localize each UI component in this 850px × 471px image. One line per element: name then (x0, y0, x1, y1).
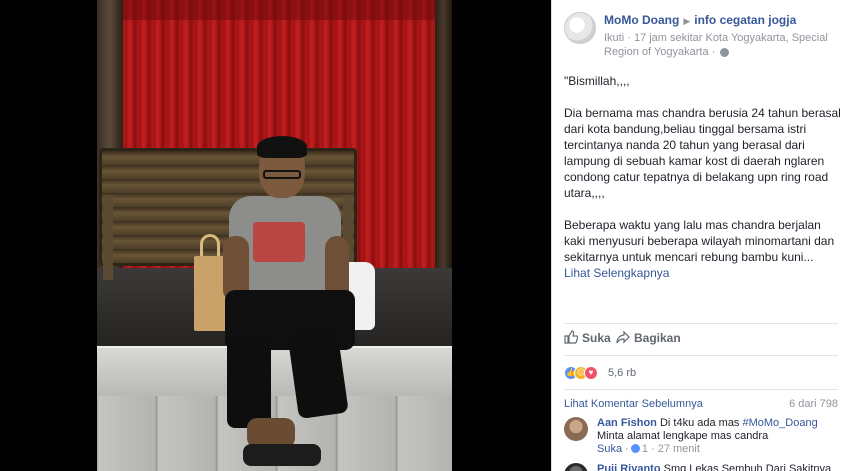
photo-shirt-print (253, 222, 305, 262)
photo-theater (0, 0, 551, 471)
post-body: "Bismillah,,,, Dia bernama mas chandra b… (564, 73, 842, 281)
author-avatar[interactable] (564, 12, 596, 44)
commenter-avatar[interactable] (564, 417, 588, 441)
photo-man-glasses (263, 170, 301, 179)
post-side-panel: MoMo Doang ▶ info cegatan jogja Ikuti · 17… (551, 0, 850, 471)
commenter-avatar[interactable] (564, 463, 588, 471)
see-more-link[interactable]: Lihat Selengkapnya (564, 265, 842, 281)
post-meta-text: Ikuti · 17 jam sekitar Kota Yogyakarta, … (604, 32, 828, 58)
divider (564, 355, 838, 356)
comment-count: 6 dari 798 (789, 398, 838, 410)
comment-time[interactable]: 27 menit (658, 443, 700, 455)
divider (564, 389, 838, 390)
post-photo[interactable] (97, 0, 452, 471)
photo-curtain-shadow (97, 0, 452, 20)
share-label: Bagikan (634, 331, 681, 345)
photo-man-hair (257, 136, 307, 158)
comment-author[interactable]: Aan Fishon (597, 417, 657, 429)
comment-hashtag[interactable]: #MoMo_Doang (743, 417, 818, 429)
comment-like-button[interactable]: Suka (597, 443, 622, 455)
group-name[interactable]: info cegatan jogja (694, 13, 796, 27)
arrow-right-icon: ▶ (683, 16, 691, 26)
photo-step (97, 346, 452, 396)
share-arrow-icon (616, 330, 630, 344)
like-button[interactable]: Suka (564, 330, 611, 345)
photo-bench-leg (103, 195, 113, 280)
like-label: Suka (582, 331, 611, 345)
globe-icon (720, 47, 730, 57)
photo-sandal (243, 444, 321, 466)
photo-man-leg (227, 338, 271, 428)
comment-body: Puji Riyanto Smg Lekas Sembuh Dari Sakit… (597, 463, 843, 471)
post-header-line: MoMo Doang ▶ info cegatan jogja (604, 13, 796, 27)
post-meta: Ikuti · 17 jam sekitar Kota Yogyakarta, … (604, 31, 844, 59)
comments-bar: Lihat Komentar Sebelumnya 6 dari 798 (564, 398, 838, 410)
author-name[interactable]: MoMo Doang (604, 13, 679, 27)
divider (564, 323, 838, 324)
post-paragraph: Dia bernama mas chandra berusia 24 tahun… (564, 106, 841, 200)
comment-text-line2: Minta alamat lengkape mas candra (597, 430, 769, 442)
comment-meta: Suka · 1 · 27 menit (597, 443, 700, 455)
love-reaction-icon: ♥ (584, 366, 598, 380)
comment-author[interactable]: Puji Riyanto (597, 463, 661, 471)
share-button[interactable]: Bagikan (616, 330, 681, 345)
comment-body: Aan Fishon Di t4ku ada mas #MoMo_Doang M… (597, 417, 843, 456)
post-paragraph: "Bismillah,,,, (564, 74, 630, 88)
post-paragraph: Beberapa waktu yang lalu mas chandra ber… (564, 218, 835, 264)
comment-like-count: 1 (641, 443, 648, 455)
post-header: MoMo Doang ▶ info cegatan jogja Ikuti · 17… (564, 12, 844, 59)
comment-text: Di t4ku ada mas (659, 417, 740, 429)
like-small-icon (630, 444, 640, 453)
thumbs-up-icon (564, 330, 578, 344)
view-previous-comments-link[interactable]: Lihat Komentar Sebelumnya (564, 398, 703, 410)
reaction-count: 5,6 rb (608, 367, 637, 379)
